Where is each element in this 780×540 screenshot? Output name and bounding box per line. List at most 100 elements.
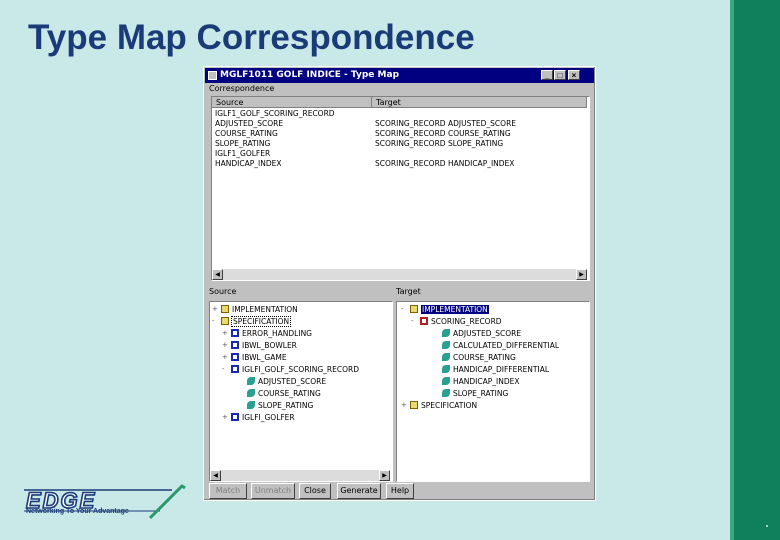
tree-item[interactable]: + IGLFI_GOLFER (222, 412, 295, 423)
correspondence-target-cell: SCORING_RECORD SLOPE_RATING (375, 139, 504, 148)
match-button[interactable]: Match (209, 483, 247, 499)
correspondence-row[interactable]: IGLF1_GOLF_SCORING_RECORD (212, 109, 587, 119)
source-hscrollbar[interactable]: ◀ ▶ (210, 470, 390, 481)
tree-item-label: SPECIFICATION (421, 401, 478, 410)
tree-item[interactable]: COURSE_RATING (238, 388, 321, 399)
tree-item[interactable]: - SPECIFICATION (212, 316, 292, 327)
generate-button[interactable]: Generate (337, 483, 381, 499)
logo-swoosh (148, 484, 186, 520)
expander-icon[interactable]: + (212, 304, 219, 315)
correspondence-source-cell: HANDICAP_INDEX (215, 159, 282, 168)
tree-item[interactable]: SLOPE_RATING (433, 388, 508, 399)
tree-item-label: ERROR_HANDLING (242, 329, 312, 338)
tree-item[interactable]: - SCORING_RECORD (411, 316, 502, 327)
logo-tagline: Networking To Your Advantage (26, 508, 129, 515)
app-icon (208, 71, 217, 80)
correspondence-source-cell: IGLF1_GOLFER (215, 149, 271, 158)
tree-item[interactable]: HANDICAP_INDEX (433, 376, 519, 387)
table-icon (231, 329, 239, 337)
tree-item-label: SPECIFICATION (230, 316, 292, 327)
target-tree[interactable]: - IMPLEMENTATION - SCORING_RECORD ADJUSTED_S… (396, 301, 590, 482)
close-button[interactable]: Close (299, 483, 331, 499)
scroll-right-button[interactable]: ▶ (576, 269, 587, 280)
folder-icon (410, 401, 418, 409)
tree-item-label: SLOPE_RATING (258, 401, 314, 410)
tree-item-label: ADJUSTED_SCORE (453, 329, 522, 338)
tree-item[interactable]: - IMPLEMENTATION (401, 304, 489, 315)
correspondence-row[interactable]: SLOPE_RATING SCORING_RECORD SLOPE_RATING (212, 139, 587, 149)
expander-icon[interactable]: - (411, 316, 418, 327)
tree-item[interactable]: - IGLFI_GOLF_SCORING_RECORD (222, 364, 359, 375)
corner-dot (766, 525, 768, 527)
tree-item[interactable]: + SPECIFICATION (401, 400, 477, 411)
correspondence-row[interactable]: ADJUSTED_SCORE SCORING_RECORD ADJUSTED_SC… (212, 119, 587, 129)
field-icon (442, 377, 450, 385)
table-icon (231, 341, 239, 349)
correspondence-label: Correspondence (209, 84, 275, 93)
table-icon (231, 413, 239, 421)
expander-icon[interactable]: - (222, 364, 229, 375)
field-icon (442, 329, 450, 337)
folder-icon (410, 305, 418, 313)
tree-item-label: COURSE_RATING (453, 353, 516, 362)
correspondence-target-cell: SCORING_RECORD HANDICAP_INDEX (375, 159, 515, 168)
correspondence-row[interactable]: COURSE_RATING SCORING_RECORD COURSE_RATIN… (212, 129, 587, 139)
tree-item-label: IMPLEMENTATION (232, 305, 298, 314)
tree-item-label: HANDICAP_DIFFERENTIAL (453, 365, 550, 374)
minimize-button[interactable]: _ (541, 70, 553, 80)
tree-item-label: IBWL_GAME (242, 353, 287, 362)
unmatch-button[interactable]: Unmatch (251, 483, 295, 499)
field-icon (442, 353, 450, 361)
tree-item-label: CALCULATED_DIFFERENTIAL (453, 341, 560, 350)
tree-item[interactable]: CALCULATED_DIFFERENTIAL (433, 340, 559, 351)
correspondence-source-cell: IGLF1_GOLF_SCORING_RECORD (215, 109, 335, 118)
slide-title: Type Map Correspondence (28, 18, 475, 57)
help-button[interactable]: Help (386, 483, 414, 499)
expander-icon[interactable]: - (401, 304, 408, 315)
field-icon (247, 377, 255, 385)
tree-item-label: ADJUSTED_SCORE (258, 377, 327, 386)
tree-item[interactable]: COURSE_RATING (433, 352, 516, 363)
column-header-target[interactable]: Target (372, 97, 587, 108)
close-window-button[interactable]: × (568, 70, 580, 80)
field-icon (247, 389, 255, 397)
source-tree[interactable]: + IMPLEMENTATION - SPECIFICATION + ERROR_HAND… (209, 301, 393, 482)
tree-item[interactable]: ADJUSTED_SCORE (238, 376, 326, 387)
expander-icon[interactable]: + (222, 340, 229, 351)
tree-item[interactable]: SLOPE_RATING (238, 400, 313, 411)
expander-icon[interactable]: + (222, 328, 229, 339)
field-icon (247, 401, 255, 409)
tree-item[interactable]: + IMPLEMENTATION (212, 304, 298, 315)
tree-item[interactable]: + IBWL_BOWLER (222, 340, 297, 351)
window-title: MGLF1011 GOLF INDICE - Type Map (220, 70, 400, 80)
correspondence-row[interactable]: HANDICAP_INDEX SCORING_RECORD HANDICAP_IN… (212, 159, 587, 169)
expander-icon[interactable]: + (222, 412, 229, 423)
correspondence-source-cell: COURSE_RATING (215, 129, 278, 138)
tree-item-label: COURSE_RATING (258, 389, 321, 398)
target-label: Target (396, 287, 421, 296)
table-icon (231, 365, 239, 373)
tree-item[interactable]: HANDICAP_DIFFERENTIAL (433, 364, 549, 375)
field-icon (442, 365, 450, 373)
field-icon (442, 341, 450, 349)
expander-icon[interactable]: + (401, 400, 408, 411)
window-titlebar[interactable]: MGLF1011 GOLF INDICE - Type Map _ □ × (205, 68, 594, 83)
source-label: Source (209, 287, 237, 296)
column-header-source[interactable]: Source (212, 97, 372, 108)
scroll-right-button[interactable]: ▶ (379, 470, 390, 481)
maximize-button[interactable]: □ (554, 70, 566, 80)
tree-item[interactable]: + IBWL_GAME (222, 352, 287, 363)
scroll-left-button[interactable]: ◀ (212, 269, 223, 280)
correspondence-target-cell: SCORING_RECORD ADJUSTED_SCORE (375, 119, 517, 128)
correspondence-row[interactable]: IGLF1_GOLFER (212, 149, 587, 159)
expander-icon[interactable]: - (212, 316, 219, 327)
correspondence-list[interactable]: Source Target IGLF1_GOLF_SCORING_RECORD … (211, 96, 590, 281)
tree-item-label: IGLFI_GOLFER (242, 413, 295, 422)
correspondence-hscrollbar[interactable]: ◀ ▶ (212, 269, 587, 280)
field-icon (442, 389, 450, 397)
scroll-left-button[interactable]: ◀ (210, 470, 221, 481)
correspondence-source-cell: SLOPE_RATING (215, 139, 271, 148)
tree-item[interactable]: ADJUSTED_SCORE (433, 328, 521, 339)
tree-item[interactable]: + ERROR_HANDLING (222, 328, 312, 339)
expander-icon[interactable]: + (222, 352, 229, 363)
